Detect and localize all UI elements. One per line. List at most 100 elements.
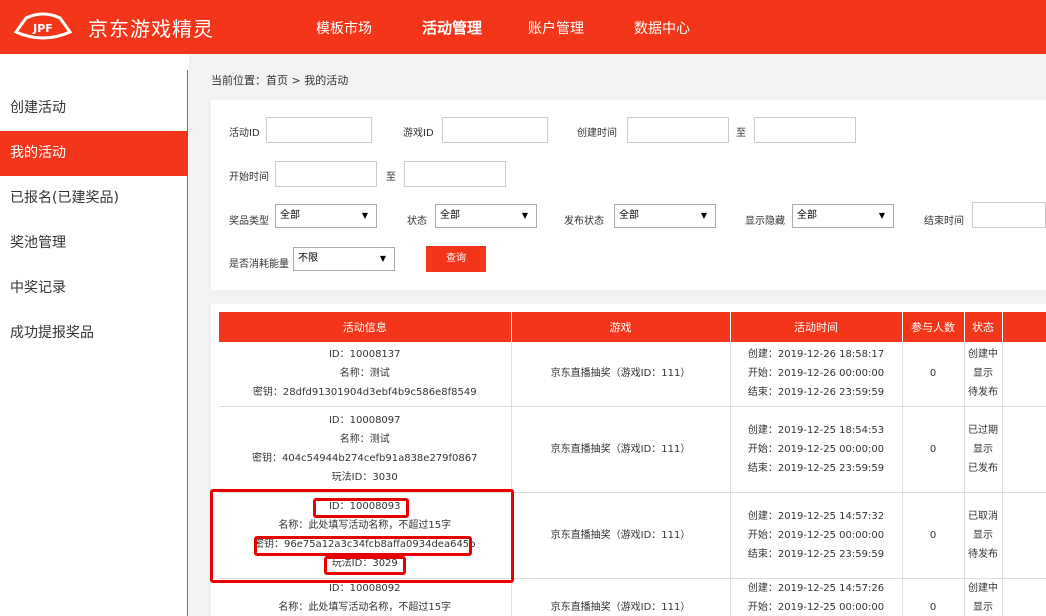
sidebar-item-submitted-prizes[interactable]: 成功提报奖品 xyxy=(0,311,188,356)
filter-panel: 活动ID 游戏ID 创建时间 至 开始时间 至 奖品类型 全部 ▼ 状态 全部 ▼ … xyxy=(211,100,1046,290)
end-time-label: 结束时间 xyxy=(924,216,964,227)
status-state: 创建中 xyxy=(968,582,998,594)
nav-data-center[interactable]: 数据中心 xyxy=(634,18,690,38)
display-select[interactable]: 全部 ▼ xyxy=(792,204,894,228)
start-time-to-label: 至 xyxy=(386,172,396,183)
game-cell: 京东直播抽奖（游戏ID：111） xyxy=(511,492,731,579)
nav-account-management[interactable]: 账户管理 xyxy=(528,18,584,38)
table-row: ID：10008092 名称：此处填写活动名称，不超过15字 京东直播抽奖（游戏… xyxy=(219,578,1046,616)
created-time: 创建：2019-12-25 18:54:53 xyxy=(747,424,885,436)
start-time: 开始：2019-12-25 00:00:00 xyxy=(747,529,885,541)
status-publish: 待发布 xyxy=(968,387,998,399)
start-time-label: 开始时间 xyxy=(229,172,269,183)
game-cell: 京东直播抽奖（游戏ID：111） xyxy=(511,406,731,493)
game-cell: 京东直播抽奖（游戏ID：111） xyxy=(511,578,731,616)
actions-cell xyxy=(1002,578,1046,616)
publish-status-label: 发布状态 xyxy=(564,216,604,227)
chevron-down-icon: ▼ xyxy=(521,211,528,220)
participants-cell: 0 xyxy=(902,406,965,493)
start-time: 开始：2019-12-25 00:00:00 xyxy=(747,443,885,455)
game-cell: 京东直播抽奖（游戏ID：111） xyxy=(511,342,731,407)
sidebar: 创建活动 我的活动 已报名(已建奖品) 奖池管理 中奖记录 成功提报奖品 xyxy=(0,70,188,616)
table-row: ID：10008137 名称：测试 密钥：28dfd91301904d3ebf4… xyxy=(219,342,1046,407)
chevron-down-icon: ▼ xyxy=(379,254,386,263)
sidebar-item-prize-pool[interactable]: 奖池管理 xyxy=(0,221,188,266)
start-time: 开始：2019-12-25 00:00:00 xyxy=(747,601,885,613)
created-time: 创建：2019-12-25 14:57:32 xyxy=(747,510,885,522)
col-activity-time: 活动时间 xyxy=(730,312,903,342)
col-participants: 参与人数 xyxy=(902,312,965,342)
display-value: 全部 xyxy=(797,210,817,221)
created-time-to-label: 至 xyxy=(736,128,746,139)
nav-activity-management[interactable]: 活动管理 xyxy=(422,17,482,38)
start-time: 开始：2019-12-26 00:00:00 xyxy=(747,368,885,380)
created-time-label: 创建时间 xyxy=(577,128,617,139)
status-state: 创建中 xyxy=(968,349,998,361)
display-label: 显示隐藏 xyxy=(745,216,785,227)
created-time: 创建：2019-12-25 14:57:26 xyxy=(747,582,885,594)
sidebar-item-winning-records[interactable]: 中奖记录 xyxy=(0,266,188,311)
chevron-down-icon: ▼ xyxy=(878,211,885,220)
prize-type-value: 全部 xyxy=(280,210,300,221)
status-label: 状态 xyxy=(407,216,427,227)
sidebar-item-registered[interactable]: 已报名(已建奖品) xyxy=(0,176,188,221)
status-cell: 创建中 显示 待发布 xyxy=(964,342,1003,407)
activity-name: 名称：测试 xyxy=(339,434,390,445)
consume-energy-label: 是否消耗能量 xyxy=(229,259,289,270)
created-time-end-input[interactable] xyxy=(754,117,856,143)
end-time: 结束：2019-12-25 23:59:59 xyxy=(747,548,885,560)
highlight-id-box xyxy=(313,498,409,518)
nav-template-market[interactable]: 模板市场 xyxy=(316,18,372,38)
start-time-from-input[interactable] xyxy=(275,161,377,187)
chevron-down-icon: ▼ xyxy=(700,211,707,220)
created-time: 创建：2019-12-26 18:58:17 xyxy=(747,349,885,361)
status-display: 显示 xyxy=(973,443,993,455)
status-state: 已取消 xyxy=(968,510,998,522)
status-display: 显示 xyxy=(973,368,993,380)
time-cell: 创建：2019-12-25 14:57:26 开始：2019-12-25 00:… xyxy=(730,578,903,616)
chevron-down-icon: ▼ xyxy=(361,211,368,220)
activity-info-cell: ID：10008092 名称：此处填写活动名称，不超过15字 xyxy=(219,578,512,616)
time-cell: 创建：2019-12-25 14:57:32 开始：2019-12-25 00:… xyxy=(730,492,903,579)
activity-id: ID：10008137 xyxy=(328,349,401,361)
sidebar-item-my-activities[interactable]: 我的活动 xyxy=(0,131,188,176)
highlight-key-box xyxy=(254,536,472,556)
status-publish: 已发布 xyxy=(968,462,998,474)
status-value: 全部 xyxy=(440,210,460,221)
participants-cell: 0 xyxy=(902,492,965,579)
play-id: 玩法ID：3030 xyxy=(331,472,398,483)
brand-logo-icon[interactable]: JPF xyxy=(12,10,74,42)
query-button[interactable]: 查询 xyxy=(426,246,486,272)
status-display: 显示 xyxy=(973,601,993,613)
actions-cell xyxy=(1002,406,1046,493)
activity-key: 密钥：28dfd91301904d3ebf4b9c586e8f8549 xyxy=(252,387,477,399)
activity-info-cell: ID：10008097 名称：测试 密钥：404c54944b274cefb91… xyxy=(219,406,512,493)
prize-type-select[interactable]: 全部 ▼ xyxy=(275,204,377,228)
status-publish: 待发布 xyxy=(968,548,998,560)
activity-id-input[interactable] xyxy=(266,117,372,143)
col-actions xyxy=(1002,312,1046,342)
end-time: 结束：2019-12-25 23:59:59 xyxy=(747,462,885,474)
breadcrumb: 当前位置：首页 > 我的活动 xyxy=(211,74,349,87)
sidebar-item-create-activity[interactable]: 创建活动 xyxy=(0,86,188,131)
activity-id: ID：10008097 xyxy=(328,415,401,426)
publish-status-select[interactable]: 全部 ▼ xyxy=(614,204,716,228)
svg-text:JPF: JPF xyxy=(32,22,53,35)
status-select[interactable]: 全部 ▼ xyxy=(435,204,537,228)
status-cell: 已取消 显示 待发布 xyxy=(964,492,1003,579)
game-id-input[interactable] xyxy=(442,117,548,143)
col-status: 状态 xyxy=(964,312,1003,342)
actions-cell xyxy=(1002,492,1046,579)
status-cell: 已过期 显示 已发布 xyxy=(964,406,1003,493)
game-id-label: 游戏ID xyxy=(403,128,434,139)
activity-name: 名称：此处填写活动名称，不超过15字 xyxy=(278,601,452,613)
time-cell: 创建：2019-12-26 18:58:17 开始：2019-12-26 00:… xyxy=(730,342,903,407)
created-time-start-input[interactable] xyxy=(627,117,729,143)
end-time-input[interactable] xyxy=(972,202,1046,228)
publish-status-value: 全部 xyxy=(619,210,639,221)
start-time-to-input[interactable] xyxy=(404,161,506,187)
consume-energy-value: 不限 xyxy=(298,253,318,264)
status-cell: 创建中 显示 xyxy=(964,578,1003,616)
activity-id-label: 活动ID xyxy=(229,128,260,139)
consume-energy-select[interactable]: 不限 ▼ xyxy=(293,247,395,271)
